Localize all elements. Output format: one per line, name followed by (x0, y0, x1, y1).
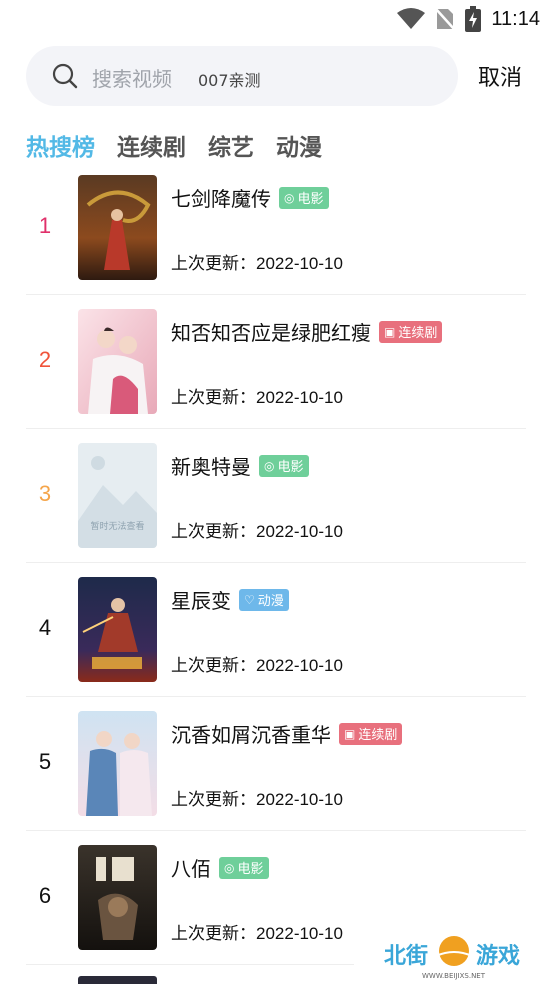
update-label: 上次更新： (171, 388, 256, 408)
update-date: 2022-10-10 (256, 388, 343, 407)
poster-placeholder-image[interactable]: 暂时无法查看 (78, 443, 157, 548)
update-label: 上次更新： (171, 656, 256, 676)
search-bar[interactable]: 搜索视频 007亲测 (26, 46, 458, 106)
category-badge: ◎ 电影 (219, 856, 269, 879)
list-item[interactable]: 1 七剑降魔传 ◎ 电影 上次更新：2022-10-10 (26, 161, 526, 295)
rank-number: 1 (38, 213, 52, 238)
item-title[interactable]: 沉香如屑沉香重华 (171, 719, 331, 748)
poster-image[interactable] (78, 175, 157, 280)
update-label: 上次更新： (171, 254, 256, 274)
tv-icon: ▣ (344, 726, 356, 741)
poster-image[interactable] (78, 577, 157, 682)
watermark-sun-icon (435, 936, 473, 966)
wifi-icon (397, 8, 426, 29)
film-icon: ◎ (224, 860, 235, 875)
tab-hot-search[interactable]: 热搜榜 (26, 128, 95, 162)
rank-number: 5 (38, 749, 52, 774)
category-tabs: 热搜榜 连续剧 综艺 动漫 (26, 128, 322, 162)
update-info: 上次更新：2022-10-10 (171, 651, 343, 676)
update-label: 上次更新： (171, 790, 256, 810)
search-hint-text: 007亲测 (198, 71, 261, 90)
film-icon: ◎ (284, 190, 295, 205)
title-line: 沉香如屑沉香重华 ▣ 连续剧 (171, 719, 403, 748)
category-badge: ◎ 电影 (259, 454, 309, 477)
tab-variety[interactable]: 综艺 (208, 128, 254, 162)
tab-series[interactable]: 连续剧 (117, 128, 186, 162)
badge-label: 电影 (277, 460, 304, 475)
badge-label: 电影 (297, 192, 324, 207)
poster-image[interactable] (78, 845, 157, 950)
watermark-brand-left: 北街 (384, 944, 429, 969)
update-info: 上次更新：2022-10-10 (171, 249, 343, 274)
status-bar: 11:14 (0, 0, 552, 38)
watermark-logo: 北街 游戏 WWW.BEIJIXS.NET (354, 922, 552, 983)
rank-number: 6 (38, 883, 52, 908)
update-date: 2022-10-10 (256, 254, 343, 273)
tv-icon: ▣ (384, 324, 396, 339)
poster-image[interactable] (78, 309, 157, 414)
category-badge: ▣ 连续剧 (379, 320, 443, 343)
item-title[interactable]: 七剑降魔传 (171, 183, 271, 212)
update-info: 上次更新：2022-10-10 (171, 383, 343, 408)
item-title[interactable]: 新奥特曼 (171, 451, 251, 480)
title-line: 星辰变 ♡ 动漫 (171, 585, 289, 614)
title-line: 八佰 ◎ 电影 (171, 853, 269, 882)
update-label: 上次更新： (171, 924, 256, 944)
badge-label: 连续剧 (398, 326, 438, 341)
category-badge: ◎ 电影 (279, 186, 329, 209)
badge-label: 电影 (237, 862, 264, 877)
title-line: 知否知否应是绿肥红瘦 ▣ 连续剧 (171, 317, 443, 346)
update-label: 上次更新： (171, 522, 256, 542)
item-title[interactable]: 星辰变 (171, 585, 231, 614)
update-info: 上次更新：2022-10-10 (171, 919, 343, 944)
watermark-brand-right: 游戏 (476, 944, 521, 969)
list-item[interactable]: 4 星辰变 ♡ 动漫 上次更新：2022-10-10 (26, 563, 526, 697)
update-date: 2022-10-10 (256, 656, 343, 675)
results-list: 1 七剑降魔传 ◎ 电影 上次更新：2022-10-10 2 知否知否应是绿肥红… (26, 161, 526, 965)
item-title[interactable]: 知否知否应是绿肥红瘦 (171, 317, 371, 346)
title-line: 新奥特曼 ◎ 电影 (171, 451, 309, 480)
poster-image[interactable] (78, 711, 157, 816)
title-line: 七剑降魔传 ◎ 电影 (171, 183, 329, 212)
update-date: 2022-10-10 (256, 790, 343, 809)
rank-number: 4 (38, 615, 52, 640)
no-sim-icon (435, 8, 456, 30)
poster-placeholder-text: 暂时无法查看 (90, 522, 145, 532)
badge-label: 动漫 (257, 594, 284, 609)
category-badge: ▣ 连续剧 (339, 722, 403, 745)
battery-charging-icon (465, 6, 482, 32)
cancel-button[interactable]: 取消 (478, 60, 522, 92)
update-info: 上次更新：2022-10-10 (171, 517, 343, 542)
list-item[interactable]: 5 沉香如屑沉香重华 ▣ 连续剧 上次更新：2022-10-10 (26, 697, 526, 831)
category-badge: ♡ 动漫 (239, 588, 289, 611)
rank-number: 2 (38, 347, 52, 372)
badge-label: 连续剧 (358, 728, 398, 743)
list-item[interactable]: 2 知否知否应是绿肥红瘦 ▣ 连续剧 上次更新：2022-10-10 (26, 295, 526, 429)
heart-icon: ♡ (244, 592, 255, 607)
film-icon: ◎ (264, 458, 275, 473)
update-date: 2022-10-10 (256, 924, 343, 943)
update-date: 2022-10-10 (256, 522, 343, 541)
tab-anime[interactable]: 动漫 (276, 128, 322, 162)
search-icon[interactable] (52, 63, 78, 89)
search-input[interactable]: 搜索视频 (92, 63, 172, 92)
watermark-url: WWW.BEIJIXS.NET (422, 972, 486, 980)
status-icons: 11:14 (397, 6, 540, 32)
status-time: 11:14 (491, 7, 540, 30)
rank-number: 3 (38, 481, 52, 506)
update-info: 上次更新：2022-10-10 (171, 785, 343, 810)
list-item[interactable]: 3 暂时无法查看 新奥特曼 ◎ 电影 上次更新：2022-10-10 (26, 429, 526, 563)
item-title[interactable]: 八佰 (171, 853, 211, 882)
